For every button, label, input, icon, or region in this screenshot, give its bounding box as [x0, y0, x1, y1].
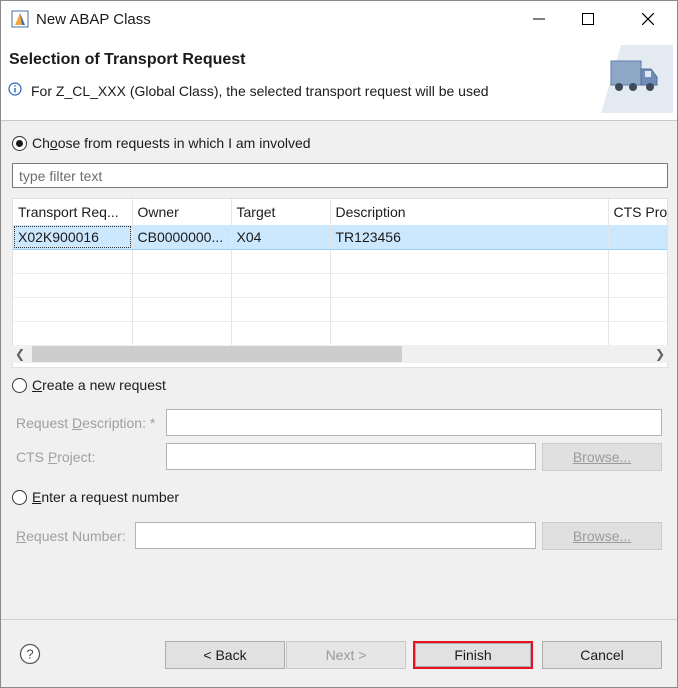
create-new-request-label: Create a new request [32, 377, 166, 393]
abap-class-app-icon [11, 10, 29, 28]
cts-project-field[interactable] [166, 443, 536, 470]
info-message: For Z_CL_XXX (Global Class), the selecte… [31, 83, 489, 99]
scrollbar-thumb[interactable] [32, 346, 402, 362]
radio-button-unselected[interactable] [12, 377, 27, 393]
new-abap-class-dialog: New ABAP Class Selection of Transport Re… [0, 0, 678, 688]
request-number-browse-button[interactable]: Browse... [542, 522, 662, 550]
column-header-owner[interactable]: Owner [132, 199, 232, 225]
maximize-button[interactable] [565, 1, 611, 37]
choose-involved-label: Choose from requests in which I am invol… [32, 135, 311, 151]
help-icon[interactable]: ? [19, 643, 41, 665]
cell-owner: CB0000000... [132, 225, 232, 250]
maximize-icon [582, 13, 594, 25]
cell-cts-project [608, 225, 667, 250]
svg-text:?: ? [26, 647, 33, 662]
close-button[interactable] [625, 1, 671, 37]
cell-description: TR123456 [330, 225, 609, 250]
filter-input[interactable] [12, 163, 668, 188]
scroll-left-icon[interactable]: ❮ [12, 345, 28, 363]
transport-request-table: Transport Req... Owner Target Descriptio… [12, 198, 668, 368]
column-header-description[interactable]: Description [330, 199, 609, 225]
cancel-button[interactable]: Cancel [542, 641, 662, 669]
request-number-field[interactable] [135, 522, 536, 549]
table-row[interactable]: X02K900016 CB0000000... X04 TR123456 [13, 225, 667, 250]
choose-involved-radio[interactable]: Choose from requests in which I am invol… [12, 135, 311, 151]
request-number-label: Request Number: [16, 528, 126, 544]
minimize-icon [533, 18, 545, 20]
next-button[interactable]: Next > [286, 641, 406, 669]
cts-project-browse-button[interactable]: Browse... [542, 443, 662, 471]
info-icon [8, 82, 22, 96]
cell-transport-request: X02K900016 [13, 225, 133, 250]
column-header-cts-project[interactable]: CTS Proj [608, 199, 667, 225]
minimize-button[interactable] [516, 1, 562, 37]
empty-table-row [13, 297, 667, 322]
wizard-header: Selection of Transport Request For Z_CL_… [1, 37, 677, 121]
radio-button-unselected[interactable] [12, 489, 27, 505]
create-new-request-radio[interactable]: Create a new request [12, 377, 166, 393]
column-header-target[interactable]: Target [231, 199, 331, 225]
request-description-label: Request Description: * [16, 415, 156, 431]
scroll-right-icon[interactable]: ❯ [652, 345, 668, 363]
enter-request-number-radio[interactable]: Enter a request number [12, 489, 179, 505]
radio-button-selected[interactable] [12, 135, 27, 151]
window-title: New ABAP Class [36, 11, 151, 28]
column-header-transport-request[interactable]: Transport Req... [13, 199, 133, 225]
enter-request-number-label: Enter a request number [32, 489, 180, 505]
finish-button[interactable]: Finish [413, 641, 533, 669]
horizontal-scrollbar[interactable]: ❮ ❯ [12, 345, 668, 363]
back-button[interactable]: < Back [165, 641, 285, 669]
page-title: Selection of Transport Request [9, 51, 246, 68]
empty-table-row [13, 273, 667, 298]
request-description-field[interactable] [166, 409, 662, 436]
close-icon [642, 13, 654, 25]
cell-target: X04 [231, 225, 331, 250]
title-bar: New ABAP Class [1, 1, 677, 37]
table-header-row: Transport Req... Owner Target Descriptio… [13, 199, 667, 225]
empty-table-row [13, 249, 667, 274]
footer-separator [1, 619, 677, 620]
transport-truck-icon [601, 45, 673, 113]
empty-table-row [13, 321, 667, 346]
cts-project-label: CTS Project: [16, 449, 96, 465]
